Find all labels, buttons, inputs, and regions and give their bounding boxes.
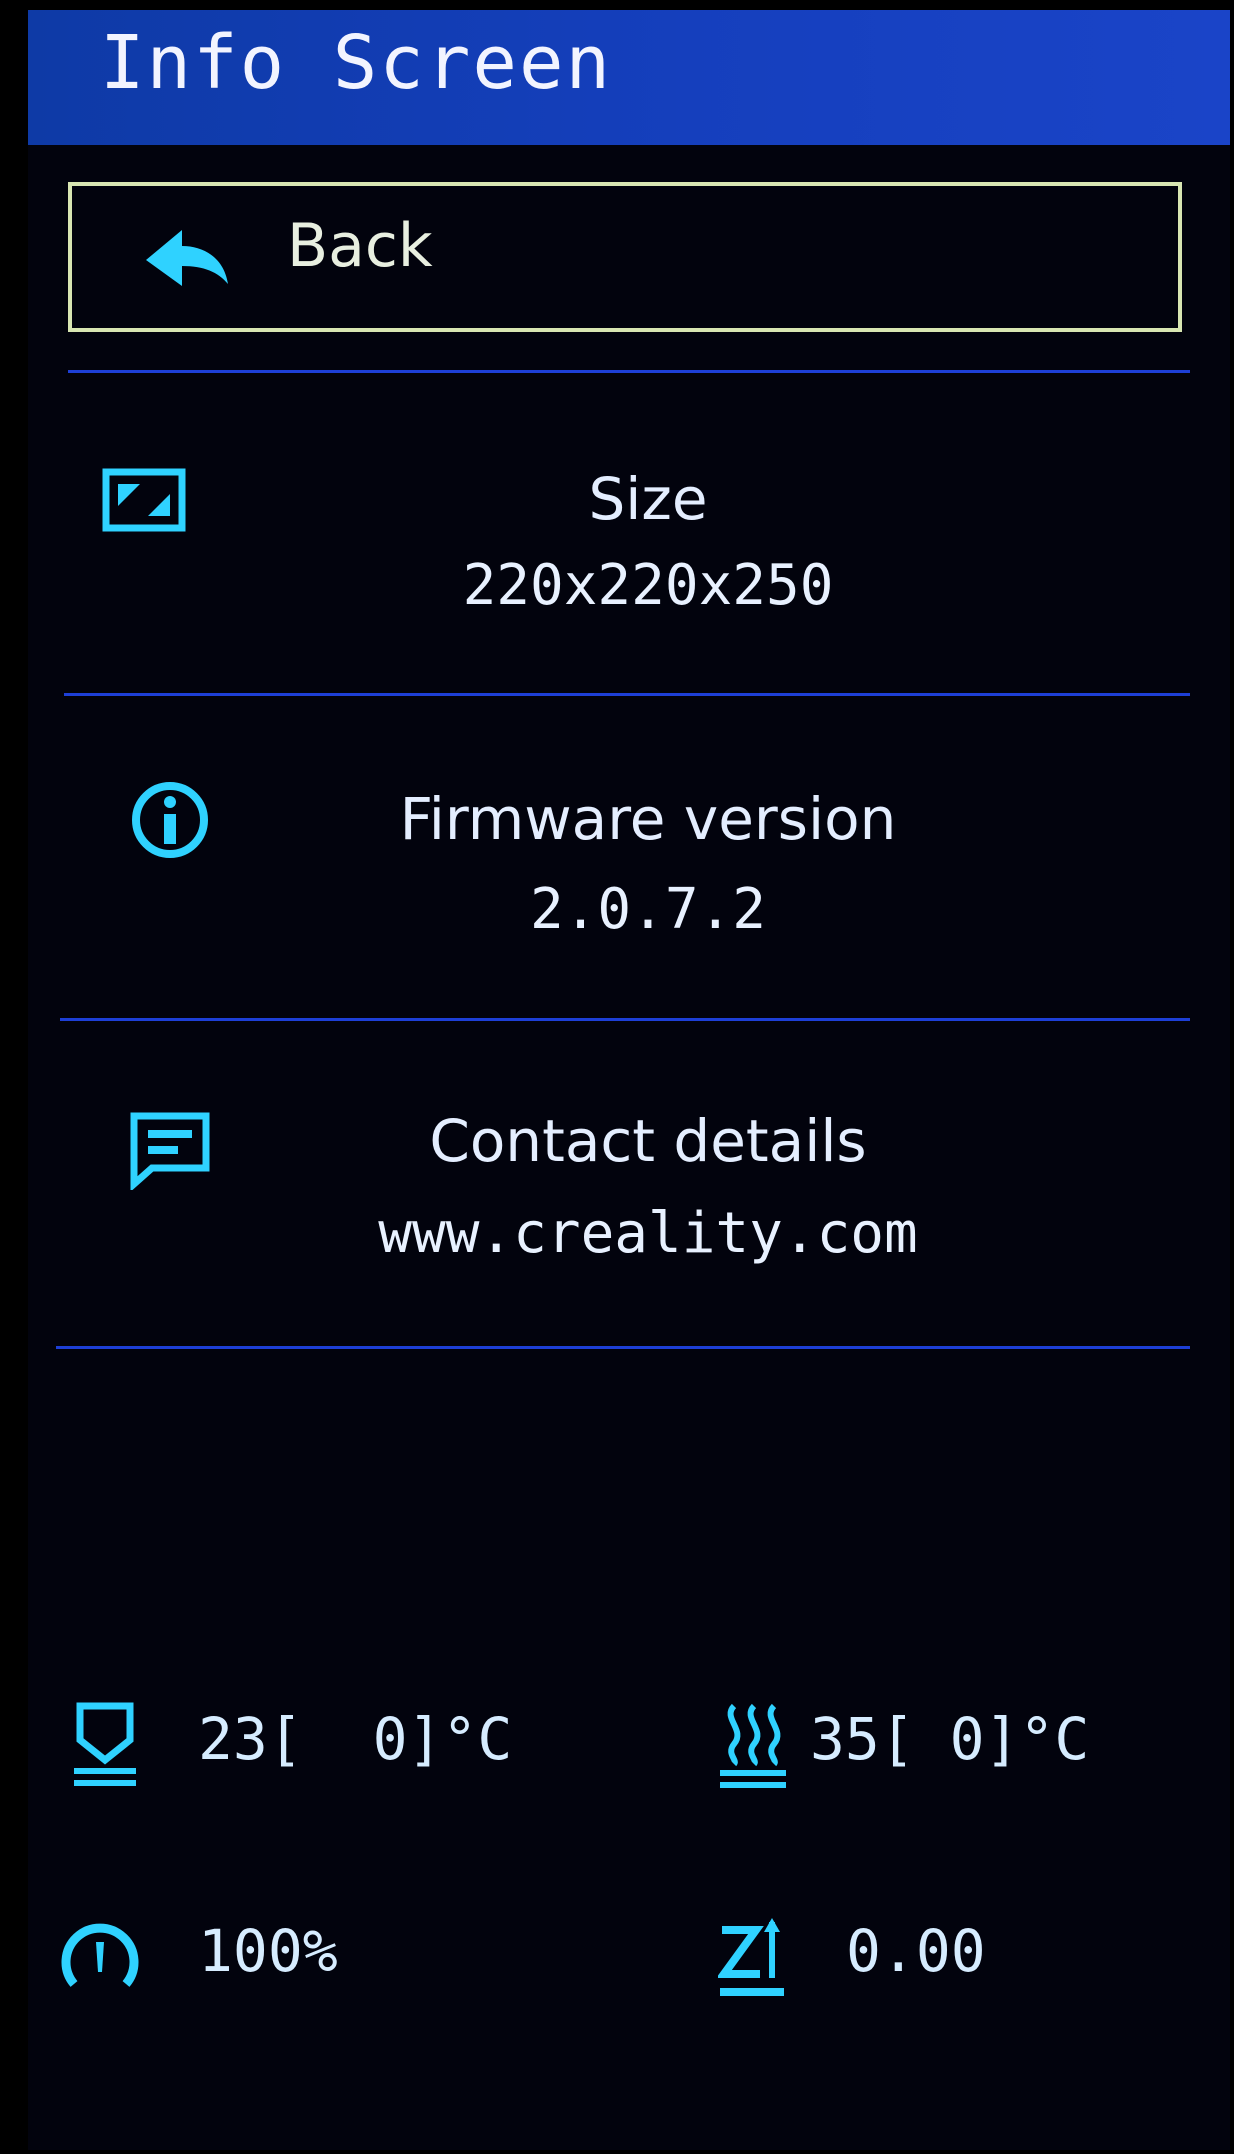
back-button-label: Back — [287, 211, 433, 281]
info-screen: Info Screen Back Size 220x220x250 Firmwa… — [28, 10, 1230, 2150]
print-speed: 100% — [60, 1912, 480, 2002]
hotend-temperature: 23[ 0]°C — [70, 1700, 512, 1790]
back-button[interactable]: Back — [68, 182, 1182, 332]
back-arrow-icon — [146, 230, 228, 286]
info-row-label: Contact details — [429, 1107, 867, 1175]
divider — [64, 693, 1190, 696]
info-row-value: www.creality.com — [378, 1201, 918, 1266]
info-row-firmware: Firmware version 2.0.7.2 — [28, 770, 1230, 950]
z-offset: 0.00 — [718, 1912, 1138, 2002]
divider — [60, 1018, 1190, 1021]
page-title: Info Screen — [100, 20, 613, 106]
z-offset-text: 0.00 — [846, 1917, 986, 1985]
bed-temperature-text: 35[ 0]°C — [810, 1705, 1090, 1773]
print-speed-text: 100% — [198, 1917, 338, 1985]
info-row-value: 2.0.7.2 — [529, 877, 766, 942]
bed-temperature: 35[ 0]°C — [718, 1700, 1138, 1790]
info-row-label: Firmware version — [399, 785, 897, 853]
title-bar: Info Screen — [28, 10, 1230, 145]
speed-gauge-icon — [61, 1923, 139, 1987]
hotend-icon — [74, 1702, 136, 1786]
z-offset-icon — [718, 1918, 784, 1996]
info-row-size: Size 220x220x250 — [28, 450, 1230, 630]
bed-heat-icon — [720, 1703, 786, 1788]
info-row-contact: Contact details www.creality.com — [28, 1100, 1230, 1280]
divider — [68, 370, 1190, 373]
info-row-value: 220x220x250 — [462, 553, 834, 618]
divider — [56, 1346, 1190, 1349]
info-row-label: Size — [588, 465, 708, 533]
hotend-temperature-text: 23[ 0]°C — [198, 1705, 513, 1773]
